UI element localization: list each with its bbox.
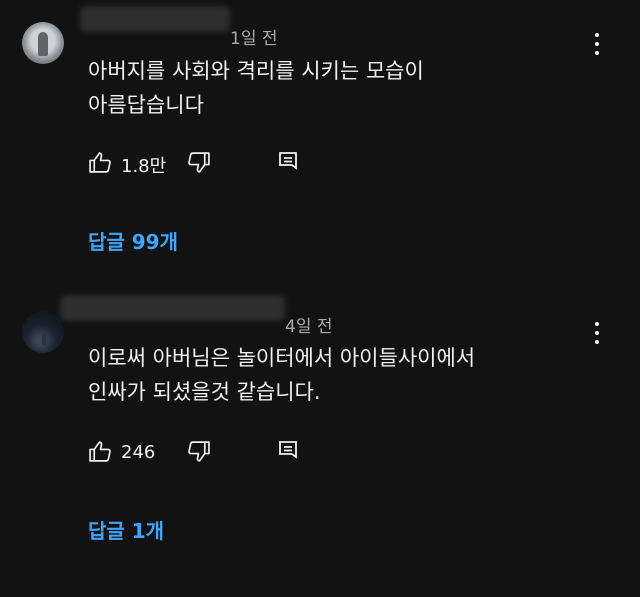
thumbs-down-icon <box>188 441 210 462</box>
comment-timestamp: 4일 전 <box>285 317 333 337</box>
like-button[interactable] <box>88 150 113 175</box>
like-button[interactable] <box>88 439 113 464</box>
comment-text: 이로써 아버님은 놀이터에서 아이들사이에서 인싸가 되셨을것 같습니다. <box>88 346 476 404</box>
thumbs-up-icon <box>89 441 111 462</box>
dislike-button[interactable] <box>186 150 211 175</box>
more-options-button[interactable] <box>589 320 605 346</box>
comment-item: 4일 전 이로써 아버님은 놀이터에서 아이들사이에서 인싸가 되셨을것 같습니… <box>0 290 640 590</box>
dislike-button[interactable] <box>186 439 211 464</box>
comment-icon <box>279 441 297 459</box>
thumbs-up-icon <box>89 152 111 173</box>
view-replies-link[interactable]: 답글 1개 <box>88 515 164 544</box>
author-name-redacted <box>80 6 230 32</box>
avatar[interactable] <box>22 22 64 64</box>
view-replies-link[interactable]: 답글 99개 <box>88 226 178 255</box>
comment-icon <box>279 152 297 170</box>
author-name-redacted <box>60 295 285 321</box>
avatar[interactable] <box>22 311 64 353</box>
like-count: 246 <box>121 442 156 463</box>
reply-button[interactable] <box>276 439 300 463</box>
reply-button[interactable] <box>276 150 300 174</box>
comment-text: 아버지를 사회와 격리를 시키는 모습이 아름답습니다 <box>88 59 424 117</box>
more-options-button[interactable] <box>589 31 605 57</box>
comment-item: 1일 전 아버지를 사회와 격리를 시키는 모습이 아름답습니다 1.8만 답글… <box>0 0 640 280</box>
comment-timestamp: 1일 전 <box>230 29 278 49</box>
thumbs-down-icon <box>188 152 210 173</box>
like-count: 1.8만 <box>121 156 167 177</box>
